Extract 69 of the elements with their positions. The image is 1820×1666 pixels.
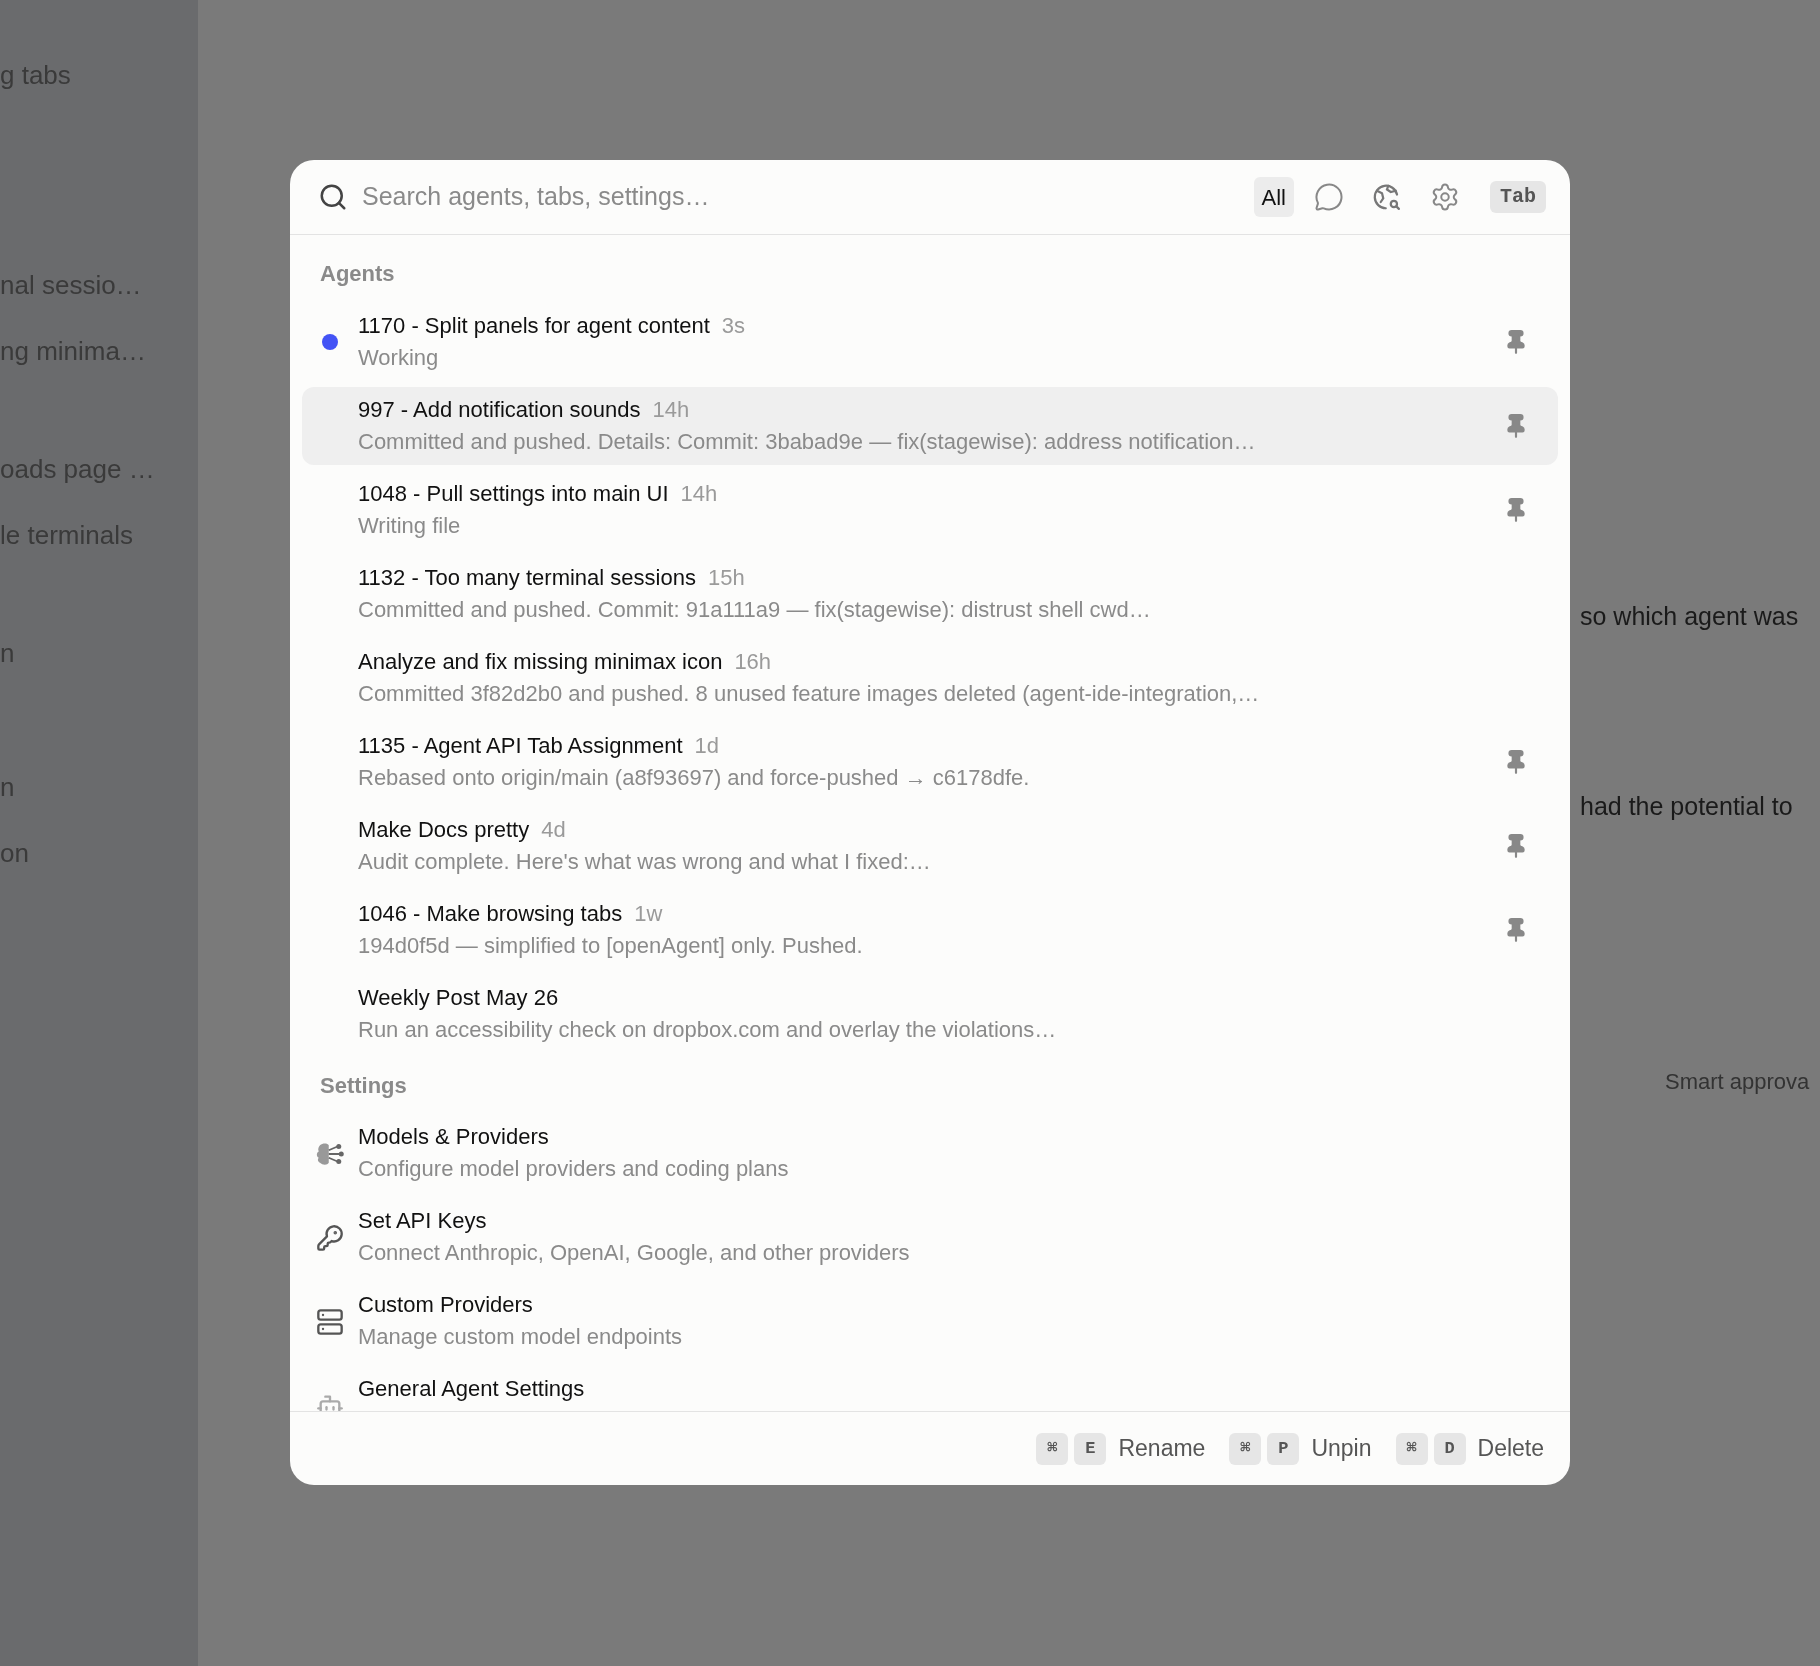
agent-status-text: Working bbox=[358, 344, 439, 372]
setting-title: Set API Keys bbox=[358, 1207, 487, 1235]
shortcut-key: P bbox=[1267, 1432, 1300, 1465]
settings-list-item[interactable]: Custom Providers Manage custom model endpoints bbox=[302, 1283, 1558, 1361]
agent-status-text: Rebased onto origin/main (a8f93697) and force-pushed → c6178dfe. bbox=[358, 764, 1030, 792]
agent-title: 997 - Add notification sounds bbox=[358, 396, 641, 424]
tab-key-hint: Tab bbox=[1490, 181, 1546, 213]
agent-age: 1d bbox=[694, 732, 719, 760]
globe-search-icon bbox=[1372, 182, 1402, 212]
agent-title: 1046 - Make browsing tabs bbox=[358, 900, 623, 928]
server-icon bbox=[316, 1308, 344, 1336]
agent-list-item[interactable]: 1135 - Agent API Tab Assignment 1d Rebased onto origin/main (a8f93697) and force-pushed → c6178dfe. bbox=[302, 723, 1558, 801]
shortcut-label: Rename bbox=[1118, 1434, 1206, 1464]
setting-label: Smart approva bbox=[1665, 1068, 1810, 1096]
section-heading: Settings bbox=[319, 1075, 407, 1097]
agent-age: 14h bbox=[680, 480, 718, 508]
content-text: so which agent was bbox=[1580, 601, 1799, 632]
setting-title: Models & Providers bbox=[358, 1123, 549, 1151]
agent-status-text: Run an accessibility check on dropbox.com and overlay the violations… bbox=[358, 1016, 1057, 1044]
all-filter-tab[interactable]: All bbox=[1253, 177, 1294, 217]
setting-description: Manage custom model endpoints bbox=[358, 1323, 683, 1351]
agent-title: 1132 - Too many terminal sessions bbox=[358, 564, 696, 592]
shortcut-key: ⌘ bbox=[1395, 1432, 1428, 1465]
shortcut-label: Unpin bbox=[1311, 1434, 1372, 1464]
agent-list-item[interactable]: Make Docs pretty 4d Audit complete. Here's what was wrong and what I fixed:… bbox=[302, 807, 1558, 885]
setting-description: Connect Anthropic, OpenAI, Google, and other providers bbox=[358, 1239, 910, 1267]
section-heading: Agents bbox=[319, 263, 395, 285]
setting-description: Configure model providers and coding plans bbox=[358, 1155, 789, 1183]
shortcut-key: ⌘ bbox=[1036, 1432, 1069, 1465]
agent-list-item[interactable]: 1170 - Split panels for agent content 3s Working bbox=[302, 303, 1558, 381]
agent-age: 14h bbox=[652, 396, 690, 424]
search-field[interactable]: Search agents, tabs, settings… bbox=[362, 178, 1254, 216]
agent-list-item[interactable]: 1046 - Make browsing tabs 1w 194d0f5d — simplified to [openAgent] only. Pushed. bbox=[302, 891, 1558, 969]
agent-age: 4d bbox=[541, 816, 566, 844]
agent-title: 1170 - Split panels for agent content bbox=[358, 312, 710, 340]
agent-title: Weekly Post May 26 bbox=[358, 984, 559, 1012]
agent-title: Make Docs pretty bbox=[358, 816, 530, 844]
chat-bubble-icon bbox=[1314, 182, 1344, 212]
agent-status-text: Audit complete. Here's what was wrong and what I fixed:… bbox=[358, 848, 931, 876]
shortcut-key: ⌘ bbox=[1229, 1432, 1262, 1465]
agent-title: 1048 - Pull settings into main UI bbox=[358, 480, 669, 508]
agent-age: 3s bbox=[721, 312, 746, 340]
agent-title: 1135 - Agent API Tab Assignment bbox=[358, 732, 683, 760]
agent-age: 1w bbox=[634, 900, 663, 928]
agent-title: Analyze and fix missing minimax icon bbox=[358, 648, 723, 676]
content-text: had the potential to bbox=[1580, 790, 1793, 822]
settings-icon bbox=[1430, 182, 1460, 212]
agent-status-text: Committed 3f82d2b0 and pushed. 8 unused feature images deleted (agent-ide-integration,… bbox=[358, 680, 1260, 708]
setting-title: General Agent Settings bbox=[358, 1375, 585, 1403]
search-icon bbox=[318, 182, 348, 212]
agent-status-text: Writing file bbox=[358, 512, 461, 540]
agent-list-item[interactable]: 1132 - Too many terminal sessions 15h Committed and pushed. Commit: 91a111a9 — fix(stagewise): distrust shell cwd… bbox=[302, 555, 1558, 633]
agent-age: 15h bbox=[707, 564, 745, 592]
agent-status-text: 194d0f5d — simplified to [openAgent] only. Pushed. bbox=[358, 932, 863, 960]
settings-list-item[interactable]: General Agent Settings bbox=[302, 1367, 1558, 1411]
settings-list-item[interactable]: Set API Keys Connect Anthropic, OpenAI, Google, and other providers bbox=[302, 1199, 1558, 1277]
agent-age: 16h bbox=[734, 648, 772, 676]
agent-status-text: Committed and pushed. Details: Commit: 3babad9e — fix(stagewise): address notification… bbox=[358, 428, 1256, 456]
shortcut-label: Delete bbox=[1477, 1434, 1544, 1464]
settings-list-item[interactable]: Models & Providers Configure model providers and coding plans bbox=[302, 1115, 1558, 1193]
shortcut-key: D bbox=[1433, 1432, 1466, 1465]
agent-list-item[interactable]: Analyze and fix missing minimax icon 16h Committed 3f82d2b0 and pushed. 8 unused feature images deleted (agent-ide-integration,… bbox=[302, 639, 1558, 717]
setting-title: Custom Providers bbox=[358, 1291, 533, 1319]
key-icon bbox=[316, 1224, 344, 1252]
agent-list-item[interactable]: 1048 - Pull settings into main UI 14h Writing file bbox=[302, 471, 1558, 549]
agent-list-item[interactable]: Weekly Post May 26 Run an accessibility check on dropbox.com and overlay the violations… bbox=[302, 975, 1558, 1053]
shortcut-key: E bbox=[1074, 1432, 1107, 1465]
agent-status-text: Committed and pushed. Commit: 91a111a9 — fix(stagewise): distrust shell cwd… bbox=[358, 596, 1151, 624]
agent-list-item[interactable]: 997 - Add notification sounds 14h Committed and pushed. Details: Commit: 3babad9e — fix(stagewise): address notification… bbox=[302, 387, 1558, 465]
